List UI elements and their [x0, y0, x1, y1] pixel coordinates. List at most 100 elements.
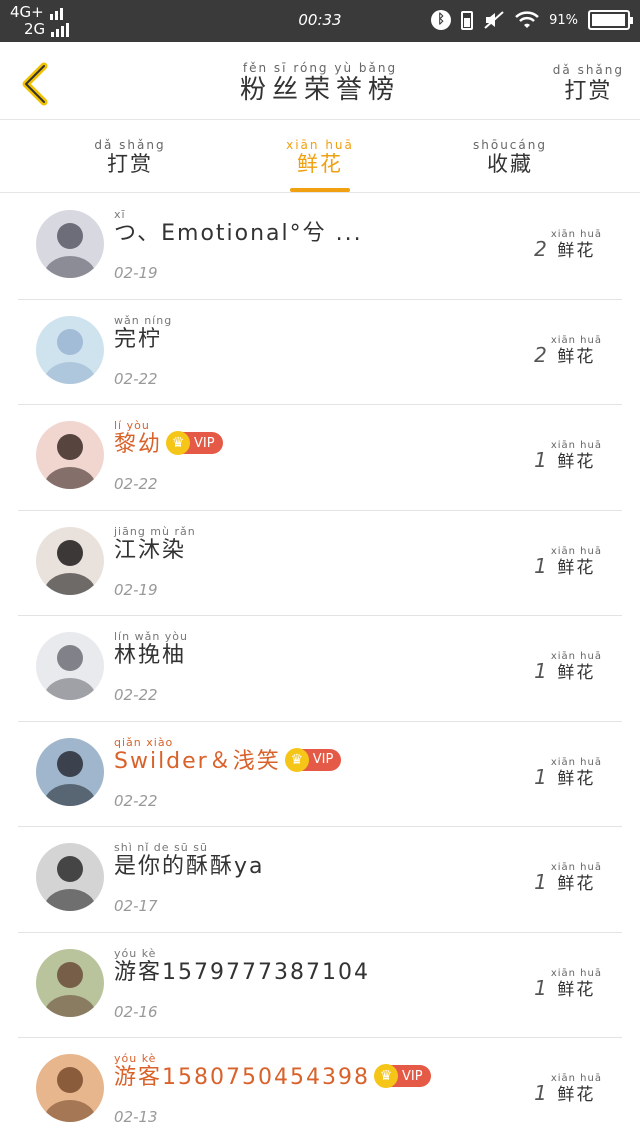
flower-count-number: 1 [534, 975, 547, 1000]
avatar[interactable] [36, 210, 104, 278]
fan-date: 02-22 [114, 791, 158, 810]
page-title-pinyin: fěn sī róng yù bǎng [242, 61, 398, 75]
avatar[interactable] [36, 737, 104, 806]
fan-date: 02-17 [114, 897, 158, 915]
list-item[interactable]: shì nǐ de sū sū 是你的酥酥ya 02-17 1 xiān huā 鲜花 [18, 827, 622, 933]
list-item[interactable]: qiǎn xiào Swilder＆浅笑 ♛ VIP 02-22 1 xiān huā 鲜花 [18, 722, 622, 827]
avatar[interactable] [36, 315, 104, 384]
crown-icon: ♛ [373, 1064, 398, 1088]
avatar[interactable] [36, 421, 104, 489]
list-item[interactable]: jiāng mù rǎn 江沐染 02-19 1 xiān huā 鲜花 [18, 511, 622, 616]
battery-level-icon [588, 10, 633, 30]
flower-label: 鲜花 [557, 346, 596, 367]
list-item[interactable]: wǎn níng 完柠 02-22 2 xiān huā 鲜花 [18, 300, 622, 405]
flower-count: 1 xiān huā 鲜花 [534, 439, 602, 472]
fan-name: 游客15807504543​98 [114, 1065, 370, 1090]
crown-icon: ♛ [166, 431, 191, 455]
flower-count: 1 xiān huā 鲜花 [534, 545, 602, 578]
avatar[interactable] [36, 948, 104, 1017]
fan-name-pinyin: xī [114, 208, 126, 221]
vip-badge: ♛ VIP [166, 431, 223, 455]
fan-name: 完柠 [114, 326, 163, 352]
vip-badge: ♛ VIP [284, 747, 342, 772]
flower-count-number: 1 [534, 448, 547, 472]
avatar[interactable] [36, 1054, 104, 1122]
app-header: fěn sī róng yù bǎng 粉丝荣誉榜 dǎ shǎng 打赏 [0, 42, 640, 120]
battery-icon [461, 11, 474, 30]
fan-name-pinyin: lí yòu [114, 419, 150, 432]
tab-reward-pinyin: dǎ shǎng [94, 138, 166, 152]
flower-label: 鲜花 [557, 241, 596, 261]
tab-flowers[interactable]: xiān huā 鲜花 [260, 139, 380, 192]
page-title: fěn sī róng yù bǎng 粉丝荣誉榜 [0, 61, 640, 106]
fan-name: 黎幼 [114, 432, 163, 457]
flower-pinyin: xiān huā [550, 229, 602, 240]
avatar[interactable] [36, 632, 104, 700]
fan-name: 是你的酥酥ya [114, 854, 265, 879]
tab-favorites-pinyin: shōucáng [473, 138, 547, 152]
tab-bar: dǎ shǎng 打赏 xiān huā 鲜花 shōucáng 收藏 [0, 121, 640, 193]
vip-label: VIP [312, 752, 334, 767]
fan-name-pinyin: yóu kè [114, 1052, 157, 1065]
flower-label: 鲜花 [557, 979, 596, 1000]
list-item[interactable]: lín wǎn yòu 林挽柚 02-22 1 xiān huā 鲜花 [18, 616, 622, 722]
page-title-text: 粉丝荣誉榜 [239, 75, 400, 105]
fan-list: xī つ、Emotional°兮 ... 02-19 2 xiān huā 鲜花 wǎn n… [18, 194, 622, 1138]
tab-reward-label: 打赏 [107, 152, 153, 176]
flower-count-number: 2 [534, 342, 547, 367]
tab-reward[interactable]: dǎ shǎng 打赏 [70, 138, 190, 177]
fan-date: 02-19 [114, 580, 158, 599]
avatar[interactable] [36, 843, 104, 911]
tab-flowers-label: 鲜花 [297, 152, 343, 176]
flower-count: 1 xiān huā 鲜花 [534, 650, 602, 683]
vip-label: VIP [194, 435, 215, 451]
flower-label: 鲜花 [557, 768, 596, 789]
flower-count-number: 1 [534, 870, 547, 894]
flower-count: 1 xiān huā 鲜花 [534, 756, 602, 789]
fan-date: 02-22 [114, 686, 158, 704]
list-item[interactable]: yóu kè 游客1579777387104 02-16 1 xiān huā 鲜花 [18, 933, 622, 1038]
fan-name: 林挽柚 [114, 643, 187, 668]
flower-pinyin: xiān huā [550, 545, 602, 557]
vip-badge: ♛ VIP [373, 1064, 431, 1088]
list-item[interactable]: xī つ、Emotional°兮 ... 02-19 2 xiān huā 鲜花 [18, 194, 622, 300]
vip-label: VIP [401, 1068, 423, 1084]
tab-flowers-pinyin: xiān huā [286, 138, 354, 152]
flower-pinyin: xiān huā [550, 440, 602, 451]
flower-pinyin: xiān huā [550, 1073, 602, 1084]
fan-date: 02-22 [114, 475, 158, 493]
flower-count-number: 1 [534, 553, 547, 578]
reward-button-label: 打赏 [564, 79, 613, 104]
flower-count: 2 xiān huā 鲜花 [534, 228, 602, 261]
flower-count-number: 2 [534, 237, 547, 261]
fan-name-pinyin: yóu kè [114, 946, 157, 960]
fan-name-pinyin: shì nǐ de sū sū [114, 841, 208, 854]
tab-favorites[interactable]: shōucáng 收藏 [450, 138, 570, 177]
flower-label: 鲜花 [557, 452, 596, 472]
avatar[interactable] [36, 526, 104, 595]
flower-pinyin: xiān huā [550, 651, 602, 662]
list-item[interactable]: lí yòu 黎幼 ♛ VIP 02-22 1 xiān huā 鲜花 [18, 405, 622, 511]
flower-label: 鲜花 [557, 874, 596, 894]
flower-count-number: 1 [534, 764, 547, 789]
wifi-icon [515, 11, 539, 28]
reward-button-pinyin: dǎ shǎng [552, 63, 624, 77]
fan-date: 02-19 [114, 264, 158, 282]
fan-name: つ、Emotional°兮 ... [114, 221, 363, 246]
flower-pinyin: xiān huā [550, 862, 602, 873]
reward-button[interactable]: dǎ shǎng 打赏 [553, 64, 624, 107]
fan-name: Swilder＆浅笑 [114, 748, 281, 774]
fan-name-pinyin: qiǎn xiào [114, 735, 174, 749]
status-bar: 4G+ 2G 00:33 ᛒ 91% [0, 0, 640, 42]
flower-label: 鲜花 [557, 557, 596, 578]
flower-count: 1 xiān huā 鲜花 [534, 967, 602, 1000]
flower-label: 鲜花 [557, 663, 596, 683]
fan-date: 02-13 [114, 1108, 158, 1126]
fan-name-pinyin: lín wǎn yòu [114, 630, 188, 643]
fan-name-pinyin: wǎn níng [114, 313, 173, 327]
battery-percent: 91% [549, 12, 578, 28]
list-item[interactable]: yóu kè 游客15807504543​98 ♛ VIP 02-13 1 xiān huā… [18, 1038, 622, 1138]
crown-icon: ♛ [284, 747, 309, 772]
bluetooth-icon: ᛒ [431, 10, 452, 30]
tab-favorites-label: 收藏 [487, 152, 533, 176]
